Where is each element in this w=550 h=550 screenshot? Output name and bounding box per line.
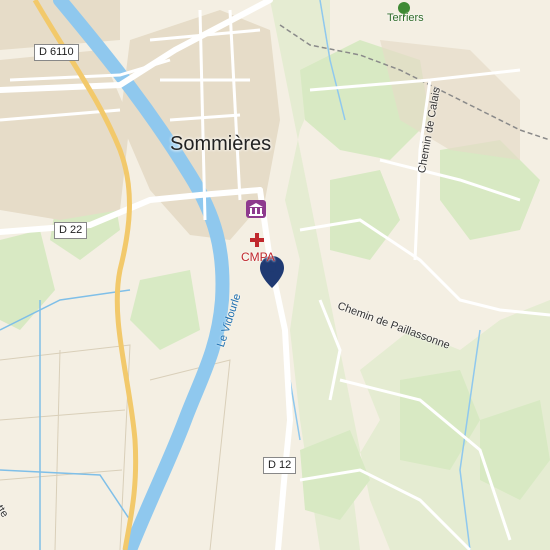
museum-icon <box>246 200 266 218</box>
road-label-d22: D 22 <box>54 222 88 239</box>
road-label-d6110: D 6110 <box>34 44 79 61</box>
map-viewport[interactable]: Sommières D 6110 D 22 D 12 Chemin de Pai… <box>0 0 550 550</box>
poi-label-terriers[interactable]: Terriers <box>387 12 424 24</box>
poi-label-cmpa[interactable]: CMPA <box>241 250 275 264</box>
road-label-d12: D 12 <box>263 457 297 474</box>
town-label-sommieres: Sommières <box>170 133 272 155</box>
